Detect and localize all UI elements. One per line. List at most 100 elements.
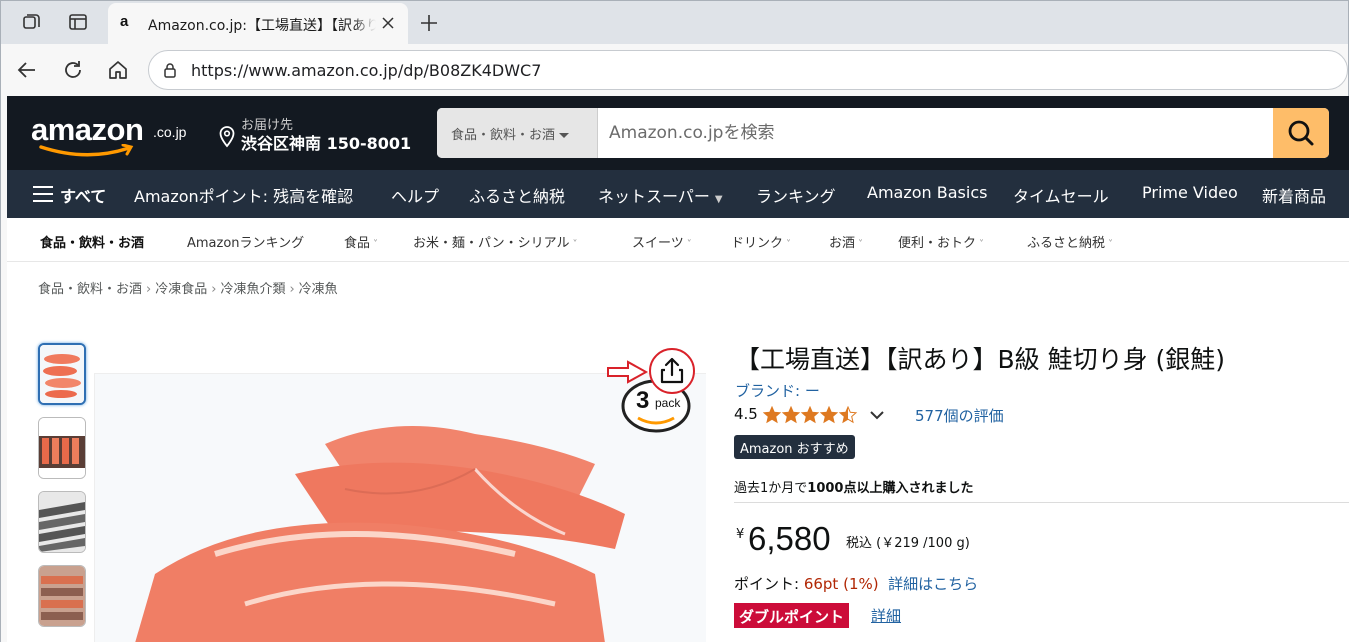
home-icon[interactable] bbox=[106, 58, 130, 82]
dropdown-caret-icon: ˅ bbox=[373, 239, 379, 250]
nav-item-prime-video[interactable]: Prime Video bbox=[1142, 183, 1238, 202]
breadcrumb: 食品・飲料・お酒 › 冷凍食品 › 冷凍魚介類 › 冷凍魚 bbox=[38, 278, 338, 297]
search-input[interactable] bbox=[598, 108, 1274, 158]
subnav-item-drink[interactable]: ドリンク ˅ bbox=[731, 232, 791, 251]
rating-value: 4.5 bbox=[734, 405, 758, 423]
breadcrumb-item[interactable]: 冷凍魚介類 bbox=[220, 282, 285, 297]
subnav-item-foods-label: 食品 bbox=[344, 236, 371, 251]
search-category-dropdown[interactable]: 食品・飲料・お酒 bbox=[437, 108, 598, 158]
active-tab[interactable]: a Amazon.co.jp:【工場直送】【訳あり】B級 鮭切り身 bbox=[108, 3, 408, 45]
deliver-address: 渋谷区神南 150-8001 bbox=[241, 134, 412, 153]
bought-count-value: 1000点以上購入されました bbox=[807, 481, 974, 496]
amazon-favicon-icon: a bbox=[120, 13, 129, 30]
subnav-item-ranking[interactable]: Amazonランキング bbox=[187, 232, 304, 251]
double-point-details-link[interactable]: 詳細 bbox=[871, 605, 901, 626]
breadcrumb-item[interactable]: 冷凍魚 bbox=[299, 282, 338, 297]
divider bbox=[734, 502, 1349, 503]
subnav-item-rice-label: お米・麺・パン・シリアル bbox=[413, 236, 570, 251]
nav-item-net-super[interactable]: ネットスーパー ▼ bbox=[598, 183, 723, 207]
workspaces-icon[interactable] bbox=[21, 11, 43, 33]
lock-icon[interactable] bbox=[161, 61, 179, 79]
search-icon bbox=[1288, 120, 1314, 146]
nav-item-new-arrivals[interactable]: 新着商品 bbox=[1262, 183, 1326, 207]
logo-text: amazon bbox=[31, 112, 144, 147]
dropdown-caret-icon: ˅ bbox=[572, 239, 578, 250]
breadcrumb-separator-icon: › bbox=[211, 282, 217, 297]
subnav-item-deals[interactable]: 便利・おトク ˅ bbox=[898, 232, 984, 251]
deliver-to[interactable]: お届け先 渋谷区神南 150-8001 bbox=[219, 112, 419, 156]
new-tab-icon[interactable] bbox=[418, 12, 440, 34]
points-label: ポイント: bbox=[734, 575, 804, 593]
subnav-item-deals-label: 便利・おトク bbox=[898, 236, 977, 251]
product-title: 【工場直送】【訳あり】B級 鮭切り身 (銀鮭) bbox=[735, 345, 1226, 374]
search-button[interactable] bbox=[1273, 108, 1329, 158]
window-frame bbox=[0, 96, 7, 642]
nav-item-ranking[interactable]: ランキング bbox=[756, 183, 836, 207]
dropdown-caret-icon bbox=[559, 133, 570, 138]
price-tax-info: 税込 (￥219 /100 g) bbox=[846, 536, 970, 551]
nav-all[interactable]: すべて bbox=[60, 183, 106, 207]
dropdown-caret-icon: ˅ bbox=[858, 239, 864, 250]
category-subnav: 食品・飲料・お酒 Amazonランキング 食品 ˅ お米・麺・パン・シリアル ˅ ス… bbox=[7, 218, 1349, 262]
search-bar: 食品・飲料・お酒 bbox=[437, 108, 1329, 158]
nav-item-points[interactable]: Amazonポイント: 残高を確認 bbox=[134, 183, 353, 207]
thumbnail-3[interactable] bbox=[38, 491, 86, 553]
red-arrow-annotation-icon bbox=[607, 360, 649, 384]
subnav-item-alcohol[interactable]: お酒 ˅ bbox=[829, 232, 863, 251]
url-text[interactable]: https://www.amazon.co.jp/dp/B08ZK4DWC7 bbox=[191, 61, 541, 80]
product-main-image[interactable] bbox=[94, 373, 706, 642]
nav-item-help[interactable]: ヘルプ bbox=[391, 183, 439, 207]
thumbnail-4[interactable] bbox=[38, 565, 86, 627]
dropdown-caret-icon: ˅ bbox=[686, 239, 692, 250]
price: 6,580 bbox=[748, 520, 831, 557]
tab-title: Amazon.co.jp:【工場直送】【訳あり】B級 鮭切り身 bbox=[148, 15, 376, 35]
pack-number: 3 bbox=[636, 387, 650, 414]
nav-item-timesale[interactable]: タイムセール bbox=[1013, 183, 1109, 207]
pack-word: pack bbox=[655, 396, 681, 410]
subnav-item-furusato[interactable]: ふるさと納税 ˅ bbox=[1027, 232, 1113, 251]
reload-icon[interactable] bbox=[61, 58, 85, 82]
fish-thumbnail-image bbox=[39, 492, 85, 552]
breadcrumb-separator-icon: › bbox=[146, 282, 152, 297]
thumbnail-1[interactable] bbox=[38, 343, 86, 405]
nav-item-amazon-basics[interactable]: Amazon Basics bbox=[867, 183, 987, 202]
amazon-logo[interactable]: amazon .co.jp bbox=[31, 110, 201, 160]
breadcrumb-item[interactable]: 食品・飲料・お酒 bbox=[38, 282, 142, 297]
browser-toolbar: https://www.amazon.co.jp/dp/B08ZK4DWC7 bbox=[0, 44, 1349, 96]
bought-prefix: 過去1か月で bbox=[734, 481, 808, 496]
rating-count-link[interactable]: 577個の評価 bbox=[915, 405, 1004, 426]
subnav-item-rice[interactable]: お米・麺・パン・シリアル ˅ bbox=[413, 232, 578, 251]
salmon-thumbnail-image bbox=[40, 345, 84, 403]
breadcrumb-item[interactable]: 冷凍食品 bbox=[155, 282, 207, 297]
subnav-item-sweets[interactable]: スイーツ ˅ bbox=[632, 232, 692, 251]
tab-actions-icon[interactable] bbox=[67, 11, 89, 33]
amazon-nav-bar: すべて Amazonポイント: 残高を確認 ヘルプ ふるさと納税 ネットスーパー… bbox=[7, 170, 1349, 218]
breadcrumb-separator-icon: › bbox=[289, 282, 295, 297]
points-value: 66pt (1%) bbox=[803, 575, 879, 593]
points-info: ポイント: 66pt (1%) 詳細はこちら bbox=[734, 573, 978, 594]
fish-thumbnail-image bbox=[39, 566, 85, 626]
chevron-down-icon[interactable] bbox=[868, 406, 886, 424]
subnav-item-food[interactable]: 食品・飲料・お酒 bbox=[40, 232, 144, 251]
subnav-item-drink-label: ドリンク bbox=[731, 236, 784, 251]
dropdown-caret-icon: ˅ bbox=[1108, 239, 1114, 250]
star-rating-icon[interactable] bbox=[763, 406, 863, 424]
subnav-item-sweets-label: スイーツ bbox=[632, 236, 684, 251]
subnav-item-alcohol-label: お酒 bbox=[829, 236, 856, 251]
share-icon bbox=[660, 357, 684, 384]
salmon-thumbnail-image bbox=[39, 418, 85, 478]
points-details-link[interactable]: 詳細はこちら bbox=[888, 575, 978, 593]
bought-count: 過去1か月で1000点以上購入されました bbox=[734, 477, 973, 496]
address-bar[interactable]: https://www.amazon.co.jp/dp/B08ZK4DWC7 bbox=[148, 50, 1348, 90]
brand-link[interactable]: ブランド: ー bbox=[735, 380, 820, 401]
share-button[interactable] bbox=[649, 348, 695, 394]
dropdown-caret-icon: ˅ bbox=[786, 239, 792, 250]
smile-arrow-icon bbox=[39, 144, 134, 157]
amazon-header: amazon .co.jp お届け先 渋谷区神南 150-8001 食品・飲料・… bbox=[7, 96, 1349, 170]
close-tab-icon[interactable] bbox=[379, 14, 397, 32]
nav-item-furusato[interactable]: ふるさと納税 bbox=[469, 183, 565, 207]
hamburger-menu-icon[interactable] bbox=[33, 186, 53, 202]
thumbnail-2[interactable] bbox=[38, 417, 86, 479]
back-icon[interactable] bbox=[15, 58, 39, 82]
subnav-item-foods[interactable]: 食品 ˅ bbox=[344, 232, 378, 251]
